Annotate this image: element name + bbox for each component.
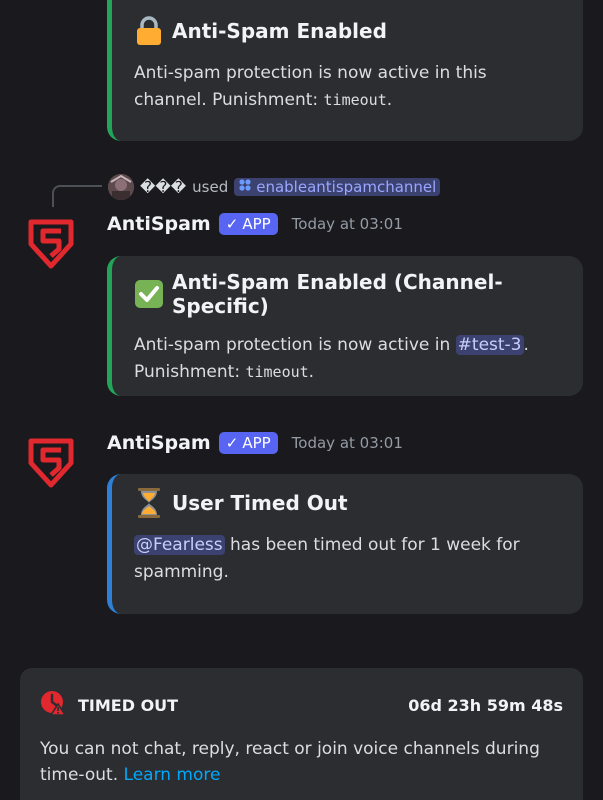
inline-code: timeout: [245, 363, 309, 381]
inline-code: timeout: [323, 91, 387, 109]
app-badge: ✓ APP: [218, 213, 278, 235]
desc-text: .: [523, 335, 529, 355]
app-badge-label: APP: [242, 434, 271, 452]
embed-title: Anti-Spam Enabled: [134, 16, 563, 46]
desc-line: Anti-spam protection is now active in th…: [134, 63, 487, 83]
message-timestamp[interactable]: Today at 03:01: [292, 215, 403, 233]
hourglass-icon: [134, 488, 164, 518]
timeout-description: You can not chat, reply, react or join v…: [40, 736, 563, 788]
message-timestamp[interactable]: Today at 03:01: [292, 434, 403, 452]
command-text: enableantispamchannel: [256, 178, 437, 196]
check-mark-button-icon: [134, 279, 164, 309]
author-name[interactable]: AntiSpam: [107, 213, 211, 235]
desc-text: Anti-spam protection is now active in: [134, 335, 456, 355]
embed-channel-specific: Anti-Spam Enabled (Channel-Specific) Ant…: [107, 256, 583, 396]
embed-antispam-enabled: Anti-Spam Enabled Anti-spam protection i…: [107, 0, 583, 141]
embed-description: Anti-spam protection is now active in th…: [134, 60, 563, 114]
app-badge: ✓ APP: [218, 432, 278, 454]
timeout-notice-header: TIMED OUT 06d 23h 59m 48s: [40, 690, 563, 720]
embed-title-text: Anti-Spam Enabled: [172, 19, 387, 43]
timeout-title-text: TIMED OUT: [78, 695, 179, 715]
desc-text: has been timed out for 1 week for: [224, 535, 520, 555]
timeout-countdown: 06d 23h 59m 48s: [408, 695, 563, 715]
message-header: AntiSpam ✓ APP Today at 03:01: [107, 213, 403, 235]
timeout-description-text: You can not chat, reply, react or join v…: [40, 739, 540, 785]
lock-icon: [134, 16, 164, 46]
embed-title: User Timed Out: [134, 488, 563, 518]
reply-used-label: used: [192, 178, 229, 196]
app-badge-label: APP: [242, 215, 271, 233]
antispam-logo-icon[interactable]: [25, 437, 77, 489]
clock-warning-icon: [40, 690, 67, 720]
reply-username[interactable]: ���: [140, 178, 186, 196]
embed-description: @Fearless has been timed out for 1 week …: [134, 532, 563, 586]
embed-title: Anti-Spam Enabled (Channel-Specific): [134, 270, 563, 318]
slash-command-icon: [238, 178, 252, 196]
embed-user-timed-out: User Timed Out @Fearless has been timed …: [107, 474, 583, 614]
learn-more-link[interactable]: Learn more: [124, 765, 221, 785]
reply-connector: [52, 185, 102, 207]
command-reply-header[interactable]: ��� used enableantispamchannel: [108, 174, 441, 200]
channel-mention[interactable]: #test-3: [455, 335, 524, 355]
antispam-logo-icon[interactable]: [25, 218, 77, 270]
command-name[interactable]: enableantispamchannel: [234, 178, 441, 196]
checkmark-icon: ✓: [225, 434, 239, 452]
desc-text: .: [308, 362, 315, 382]
user-mention[interactable]: @Fearless: [134, 535, 225, 555]
author-name[interactable]: AntiSpam: [107, 432, 211, 454]
embed-title-text: User Timed Out: [172, 491, 348, 515]
embed-description: Anti-spam protection is now active in #t…: [134, 332, 563, 386]
message-header: AntiSpam ✓ APP Today at 03:01: [107, 432, 403, 454]
timeout-title: TIMED OUT: [40, 690, 178, 720]
desc-text: spamming.: [134, 562, 229, 582]
embed-title-text: Anti-Spam Enabled (Channel-Specific): [172, 270, 503, 318]
desc-text: Punishment:: [134, 362, 246, 382]
checkmark-icon: ✓: [225, 215, 239, 233]
desc-text: .: [386, 90, 393, 110]
avatar[interactable]: [108, 174, 134, 200]
desc-line: channel. Punishment:: [134, 90, 324, 110]
timeout-notice: TIMED OUT 06d 23h 59m 48s You can not ch…: [20, 668, 583, 800]
